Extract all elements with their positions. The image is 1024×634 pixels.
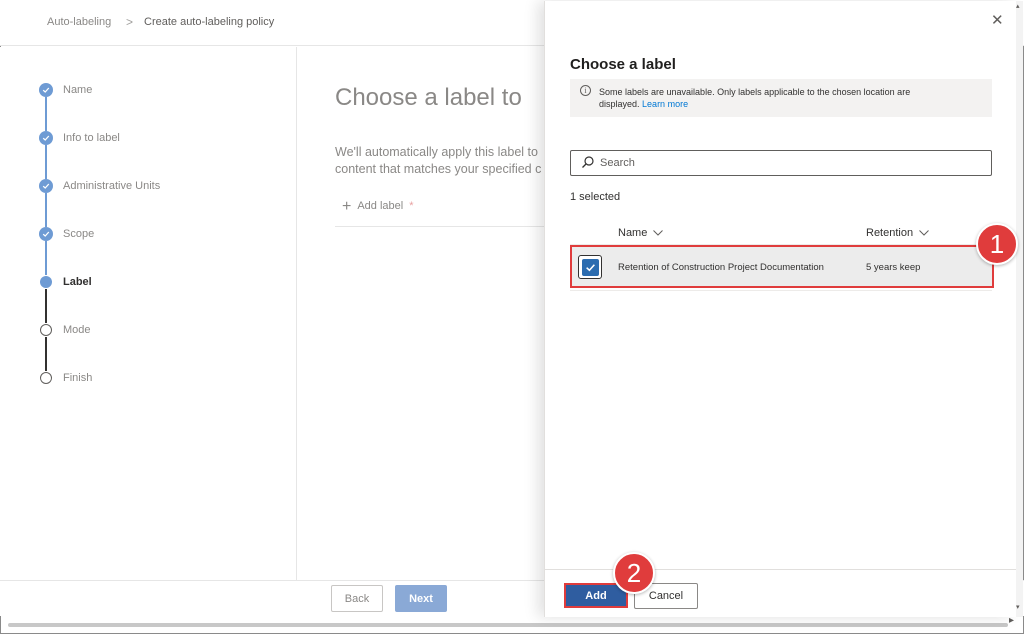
- scroll-down-icon[interactable]: ▾: [1016, 603, 1020, 611]
- step-label: Name: [63, 84, 93, 96]
- step-label-current: Label: [39, 275, 92, 289]
- step-scope: Scope: [39, 227, 94, 241]
- selected-count: 1 selected: [570, 191, 621, 203]
- step-connector: [45, 241, 47, 275]
- step-name: Name: [39, 83, 92, 97]
- check-icon: [581, 258, 599, 276]
- column-header-retention[interactable]: Retention: [866, 227, 929, 239]
- page-title: Choose a label to: [335, 84, 522, 111]
- info-message: Some labels are unavailable. Only labels…: [599, 86, 939, 110]
- step-administrative-units: Administrative Units: [39, 179, 160, 193]
- horizontal-scrollbar[interactable]: [8, 623, 1008, 627]
- add-label-button[interactable]: + Add label *: [342, 197, 414, 215]
- check-icon: [39, 179, 53, 193]
- panel-title: Choose a label: [570, 56, 676, 73]
- search-icon: [582, 156, 594, 168]
- breadcrumb-auto-labeling[interactable]: Auto-labeling: [47, 16, 111, 28]
- next-button[interactable]: Next: [395, 585, 447, 612]
- step-info-to-label: Info to label: [39, 131, 120, 145]
- callout-badge-2: 2: [613, 552, 655, 594]
- breadcrumb-separator: >: [126, 15, 134, 29]
- divider: [570, 290, 992, 291]
- step-connector: [45, 145, 47, 179]
- column-header-name[interactable]: Name: [618, 227, 664, 239]
- step-mode: Mode: [39, 323, 91, 337]
- chevron-down-icon: [653, 230, 664, 236]
- divider: [335, 226, 545, 227]
- step-connector: [45, 193, 47, 227]
- step-finish: Finish: [39, 371, 92, 385]
- back-button[interactable]: Back: [331, 585, 383, 612]
- empty-circle-icon: [40, 324, 52, 336]
- breadcrumb-create-policy: Create auto-labeling policy: [144, 16, 275, 28]
- chevron-down-icon: [919, 230, 929, 236]
- step-label: Finish: [63, 372, 93, 384]
- scroll-up-icon[interactable]: ▴: [1016, 2, 1020, 10]
- step-label: Info to label: [63, 132, 120, 144]
- column-header-label: Name: [618, 227, 648, 239]
- plus-icon: +: [342, 197, 352, 215]
- step-label: Administrative Units: [63, 180, 161, 192]
- add-label-text: Add label: [357, 200, 404, 212]
- required-marker: *: [409, 200, 414, 212]
- info-icon: i: [580, 85, 591, 96]
- vertical-scrollbar[interactable]: [1016, 1, 1023, 617]
- close-icon[interactable]: ✕: [991, 11, 1004, 29]
- page-description: We'll automatically apply this label to …: [335, 144, 545, 178]
- callout-badge-1: 1: [976, 223, 1018, 265]
- step-label: Scope: [63, 228, 95, 240]
- column-header-label: Retention: [866, 227, 914, 239]
- description-line: We'll automatically apply this label to: [335, 145, 538, 159]
- current-step-icon: [40, 276, 52, 288]
- step-label: Mode: [63, 324, 91, 336]
- check-icon: [39, 227, 53, 241]
- row-checkbox[interactable]: [578, 255, 602, 279]
- step-label: Label: [63, 276, 92, 288]
- check-icon: [39, 131, 53, 145]
- row-retention: 5 years keep: [866, 262, 921, 273]
- search-placeholder: Search: [600, 157, 635, 169]
- description-line: content that matches your specified c: [335, 162, 542, 176]
- learn-more-link[interactable]: Learn more: [642, 99, 688, 109]
- row-label-name: Retention of Construction Project Docume…: [618, 262, 824, 273]
- step-connector: [45, 97, 47, 131]
- check-icon: [39, 83, 53, 97]
- step-connector: [45, 289, 47, 323]
- empty-circle-icon: [40, 372, 52, 384]
- step-connector: [45, 337, 47, 371]
